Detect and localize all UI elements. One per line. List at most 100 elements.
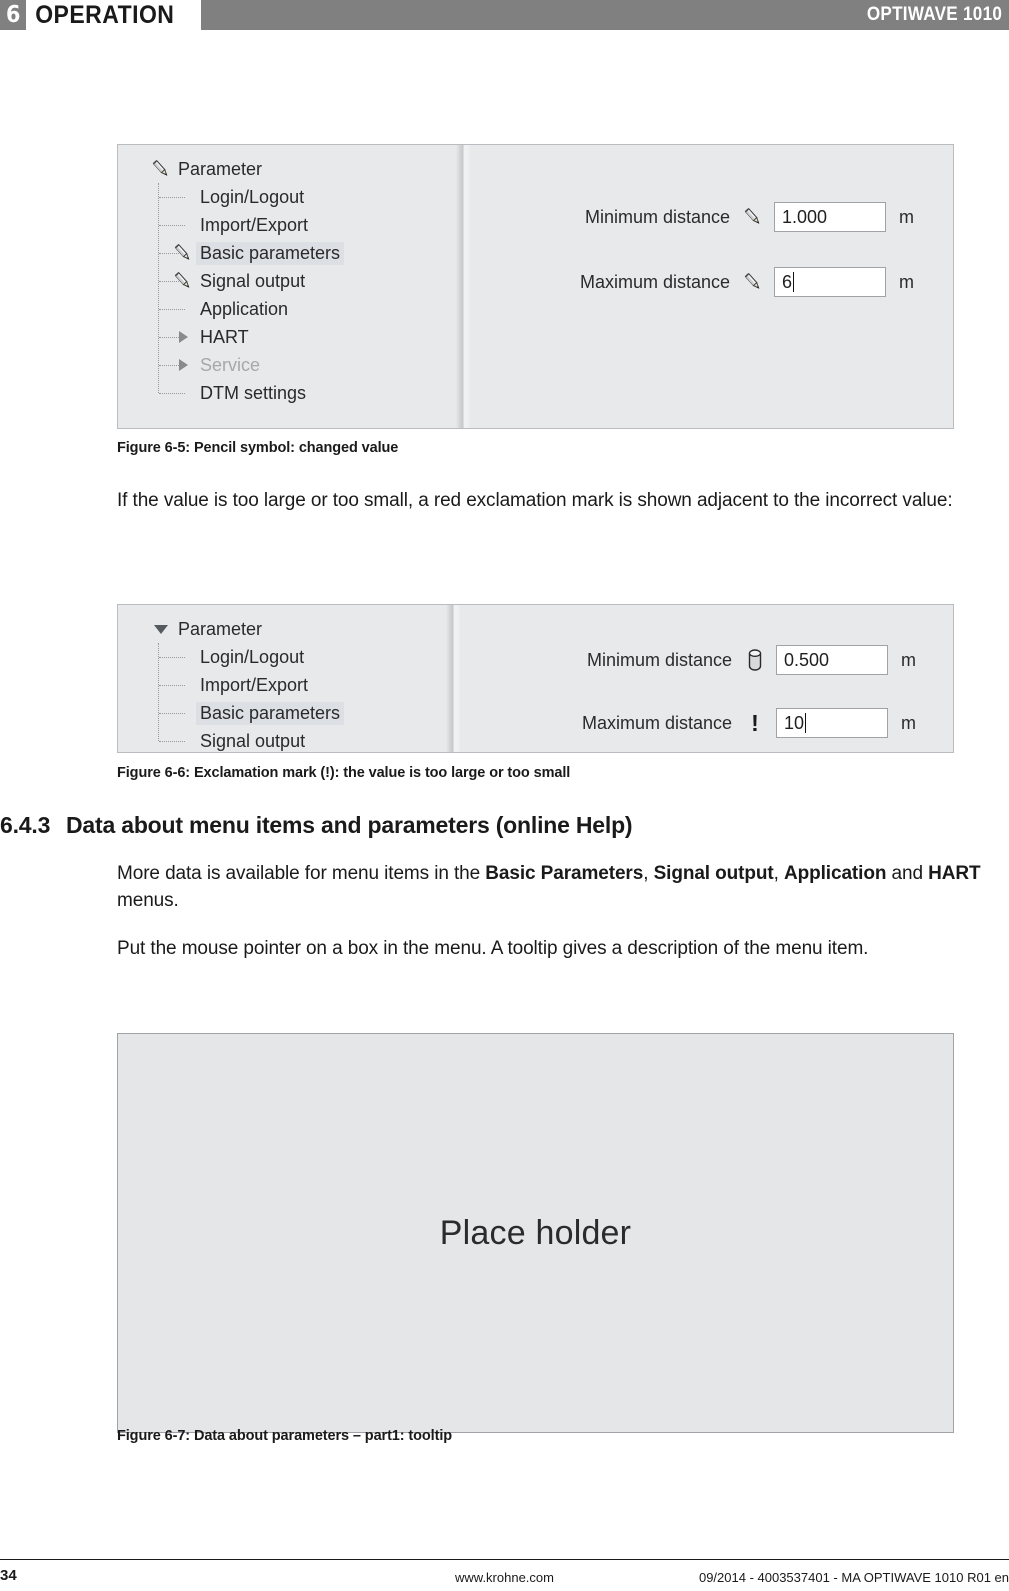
tree-children: Login/Logout Import/Export Basic parameter… bbox=[148, 643, 345, 752]
triangle-down-icon[interactable] bbox=[148, 624, 174, 634]
parameter-row[interactable]: Minimum distance 0.500 m bbox=[442, 645, 916, 675]
footer-divider bbox=[0, 1559, 1009, 1560]
tree-node-import-export[interactable]: Import/Export bbox=[148, 211, 344, 239]
tree-guide-dash bbox=[159, 197, 185, 198]
separator: , bbox=[643, 863, 654, 884]
tree-node-login-logout[interactable]: Login/Logout bbox=[148, 643, 344, 671]
figure-6-6-caption: Figure 6-6: Exclamation mark (!): the va… bbox=[117, 765, 571, 781]
parameter-label: Maximum distance bbox=[581, 712, 732, 733]
tree-guide-dash bbox=[159, 393, 185, 394]
figure-6-7-caption: Figure 6-7: Data about parameters – part… bbox=[117, 1428, 453, 1444]
pencil-icon[interactable] bbox=[170, 270, 196, 292]
tree-node-label: Import/Export bbox=[200, 674, 309, 695]
tree-node-label: Basic parameters bbox=[196, 701, 345, 725]
figure-6-5-screenshot: Parameter Login/Logout Import/Export Basic … bbox=[117, 144, 954, 429]
parameter-value-input[interactable]: 0.500 bbox=[776, 645, 888, 675]
parameter-value: 0.500 bbox=[784, 649, 830, 670]
parameter-unit: m bbox=[901, 712, 916, 733]
parameter-row[interactable]: Maximum distance 6 m bbox=[460, 267, 914, 297]
tree-node-label: Login/Logout bbox=[200, 186, 305, 207]
triangle-right-icon[interactable] bbox=[170, 331, 196, 343]
dtm-tree-pane: Parameter Login/Logout Import/Export Basic … bbox=[118, 145, 456, 428]
footer-document-meta: 09/2014 - 4003537401 - MA OPTIWAVE 1010 … bbox=[698, 1570, 1009, 1585]
tree-guide-dash bbox=[159, 741, 185, 742]
header-bar: OPTIWAVE 1010 bbox=[201, 0, 1009, 30]
cylinder-icon bbox=[742, 647, 768, 673]
parameter-row[interactable]: Maximum distance! 10 m bbox=[442, 708, 916, 738]
parameter-value-input[interactable]: 6 bbox=[774, 267, 886, 297]
tree-guide-dash bbox=[159, 713, 185, 714]
pencil-icon bbox=[740, 271, 766, 293]
section-number: 6.4.3 bbox=[0, 812, 51, 838]
section-title: Data about menu items and parameters (on… bbox=[66, 812, 633, 838]
tree-node-root[interactable]: Parameter bbox=[148, 615, 344, 643]
tree-node-label: Service bbox=[200, 354, 261, 375]
tree-guide-dash bbox=[159, 685, 185, 686]
tree-guide-dash bbox=[159, 309, 185, 310]
text-cursor bbox=[793, 272, 795, 292]
parameter-value: 10 bbox=[784, 712, 805, 733]
page-title: OPERATION bbox=[35, 0, 175, 29]
separator: and bbox=[886, 863, 929, 884]
paragraph-more-data: More data is available for menu items in… bbox=[117, 860, 992, 914]
tree-node-signal-output[interactable]: Signal output bbox=[148, 267, 344, 295]
tree-guide-dash bbox=[159, 657, 185, 658]
header-product-name: OPTIWAVE 1010 bbox=[866, 4, 1002, 25]
tree-node-label: Application bbox=[200, 298, 289, 319]
tree-node-service[interactable]: Service bbox=[148, 351, 344, 379]
menu-name-application: Application bbox=[784, 863, 887, 884]
tree-node-hart[interactable]: HART bbox=[148, 323, 344, 351]
chapter-number-badge: 6 bbox=[0, 0, 26, 30]
figure-6-5-caption: Figure 6-5: Pencil symbol: changed value bbox=[117, 440, 399, 456]
parameter-value: 6 bbox=[782, 271, 793, 292]
paragraph-more-data-suffix: menus. bbox=[117, 890, 179, 911]
placeholder-label: Place holder bbox=[439, 1213, 632, 1252]
tree-node-label: Basic parameters bbox=[196, 241, 345, 265]
parameter-unit: m bbox=[899, 206, 914, 227]
pencil-icon[interactable] bbox=[148, 158, 174, 180]
tree-node-basic-parameters[interactable]: Basic parameters bbox=[148, 239, 345, 267]
menu-name-signal-output: Signal output bbox=[653, 863, 774, 884]
separator: , bbox=[773, 863, 784, 884]
text-cursor bbox=[805, 713, 807, 733]
parameter-unit: m bbox=[901, 649, 916, 670]
triangle-right-icon[interactable] bbox=[170, 359, 196, 371]
parameter-value: 1.000 bbox=[782, 206, 828, 227]
page-footer: 34 www.krohne.com 09/2014 - 4003537401 -… bbox=[0, 1549, 1009, 1591]
exclamation-icon: ! bbox=[751, 709, 759, 736]
parameter-label: Minimum distance bbox=[586, 649, 732, 670]
tree-node-signal-output[interactable]: Signal output bbox=[148, 727, 344, 752]
paragraph-too-large-too-small: If the value is too large or too small, … bbox=[117, 490, 953, 511]
dtm-parameter-pane: Minimum distance 0.500 m Maximum distance!… bbox=[460, 605, 953, 752]
parameter-row[interactable]: Minimum distance 1.000 m bbox=[460, 202, 914, 232]
tree-node-label: Signal output bbox=[200, 730, 306, 751]
parameter-label: Minimum distance bbox=[584, 206, 730, 227]
parameter-tree[interactable]: Parameter Login/Logout Import/Export Basic … bbox=[148, 155, 345, 407]
tree-node-login-logout[interactable]: Login/Logout bbox=[148, 183, 344, 211]
menu-name-hart: HART bbox=[928, 863, 981, 884]
figure-6-6-screenshot: Parameter Login/Logout Import/Export Basic … bbox=[117, 604, 954, 753]
tree-node-label: Signal output bbox=[200, 270, 306, 291]
parameter-value-input[interactable]: 10 bbox=[776, 708, 888, 738]
tree-node-label: Parameter bbox=[178, 158, 263, 179]
parameter-label: Maximum distance bbox=[579, 271, 730, 292]
tree-node-label: Parameter bbox=[178, 618, 263, 639]
tree-node-label: HART bbox=[200, 326, 249, 347]
tree-node-basic-parameters[interactable]: Basic parameters bbox=[148, 699, 345, 727]
parameter-tree[interactable]: Parameter Login/Logout Import/Export Basic … bbox=[148, 615, 345, 752]
pencil-icon bbox=[740, 206, 766, 228]
tree-node-application[interactable]: Application bbox=[148, 295, 344, 323]
tree-children: Login/Logout Import/Export Basic parameter… bbox=[148, 183, 345, 407]
tree-node-label: DTM settings bbox=[200, 382, 307, 403]
dtm-tree-pane: Parameter Login/Logout Import/Export Basic … bbox=[118, 605, 446, 752]
tree-guide-dash bbox=[159, 225, 185, 226]
paragraph-tooltip-instruction: Put the mouse pointer on a box in the me… bbox=[117, 938, 869, 959]
parameter-value-input[interactable]: 1.000 bbox=[774, 202, 886, 232]
page-header: 6 OPERATION OPTIWAVE 1010 bbox=[0, 0, 1009, 30]
tree-node-import-export[interactable]: Import/Export bbox=[148, 671, 344, 699]
tree-node-label: Import/Export bbox=[200, 214, 309, 235]
tree-node-root[interactable]: Parameter bbox=[148, 155, 344, 183]
tree-node-dtm-settings[interactable]: DTM settings bbox=[148, 379, 344, 407]
parameter-unit: m bbox=[899, 271, 914, 292]
pencil-icon[interactable] bbox=[170, 242, 196, 264]
